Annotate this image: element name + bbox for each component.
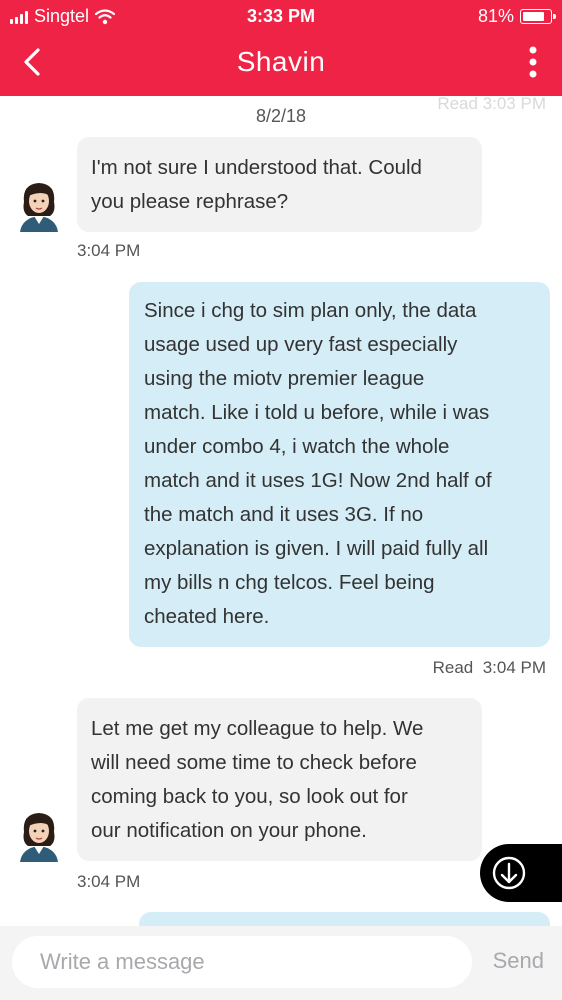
status-bar: Singtel 3:33 PM 81% [0,0,562,34]
message-line: explanation is given. I will paid fully … [144,537,489,560]
more-options-button[interactable] [522,44,544,84]
message-line: our notification on your phone. [91,819,367,842]
message-line: my bills n chg telcos. Feel being [144,571,435,594]
message-bubble-incoming[interactable]: Let me get my colleague to help. We will… [77,698,482,861]
message-line: match. Like i told u before, while i was [144,401,490,424]
battery-icon [520,9,556,24]
message-bubble-outgoing-partial[interactable] [139,912,550,926]
message-line: usage used up very fast especially [144,333,458,356]
read-status: Read [432,658,474,677]
message-timestamp: 3:04 PM [77,872,141,891]
conversation-title: Shavin [236,46,326,77]
message-line: using the miotv premier league [144,367,425,390]
message-line: cheated here. [144,605,270,628]
message-line: Let me get my colleague to help. We [91,717,424,740]
agent-avatar [20,813,58,862]
message-line: Since i chg to sim plan only, the data [144,299,477,322]
message-bubble-incoming[interactable]: I'm not sure I understood that. Could yo… [77,137,482,232]
message-composer: Send [0,926,562,1000]
agent-avatar [20,183,58,232]
nav-bar: Shavin [0,34,562,96]
message-line: the match and it uses 3G. If no [144,503,424,526]
arrow-down-circle-icon [492,856,526,890]
message-line: under combo 4, i watch the whole [144,435,450,458]
chat-screen: Singtel 3:33 PM 81% Shavin Read 3:03 PM … [0,0,562,1000]
battery-percent: 81% [477,6,514,26]
message-line: you please rephrase? [91,190,289,213]
scroll-to-bottom-button[interactable] [480,844,562,902]
battery-indicator: 81% [477,6,556,27]
message-input[interactable] [12,936,472,988]
message-line: coming back to you, so look out for [91,785,408,808]
send-button[interactable]: Send [493,948,544,974]
date-separator: 8/2/18 [255,106,307,126]
message-list[interactable]: Read 3:03 PM 8/2/18 I'm not sure I under… [0,96,562,926]
message-line: will need some time to check before [91,751,417,774]
message-timestamp: 3:04 PM [77,241,141,260]
read-receipt: Read 3:04 PM [433,658,546,678]
message-timestamp: 3:04 PM [482,658,546,677]
message-bubble-outgoing[interactable]: Since i chg to sim plan only, the data u… [129,282,550,647]
message-line: I'm not sure I understood that. Could [91,156,422,179]
more-vertical-icon [529,46,537,78]
app-header: Singtel 3:33 PM 81% Shavin [0,0,562,96]
message-line: match and it uses 1G! Now 2nd half of [144,469,492,492]
